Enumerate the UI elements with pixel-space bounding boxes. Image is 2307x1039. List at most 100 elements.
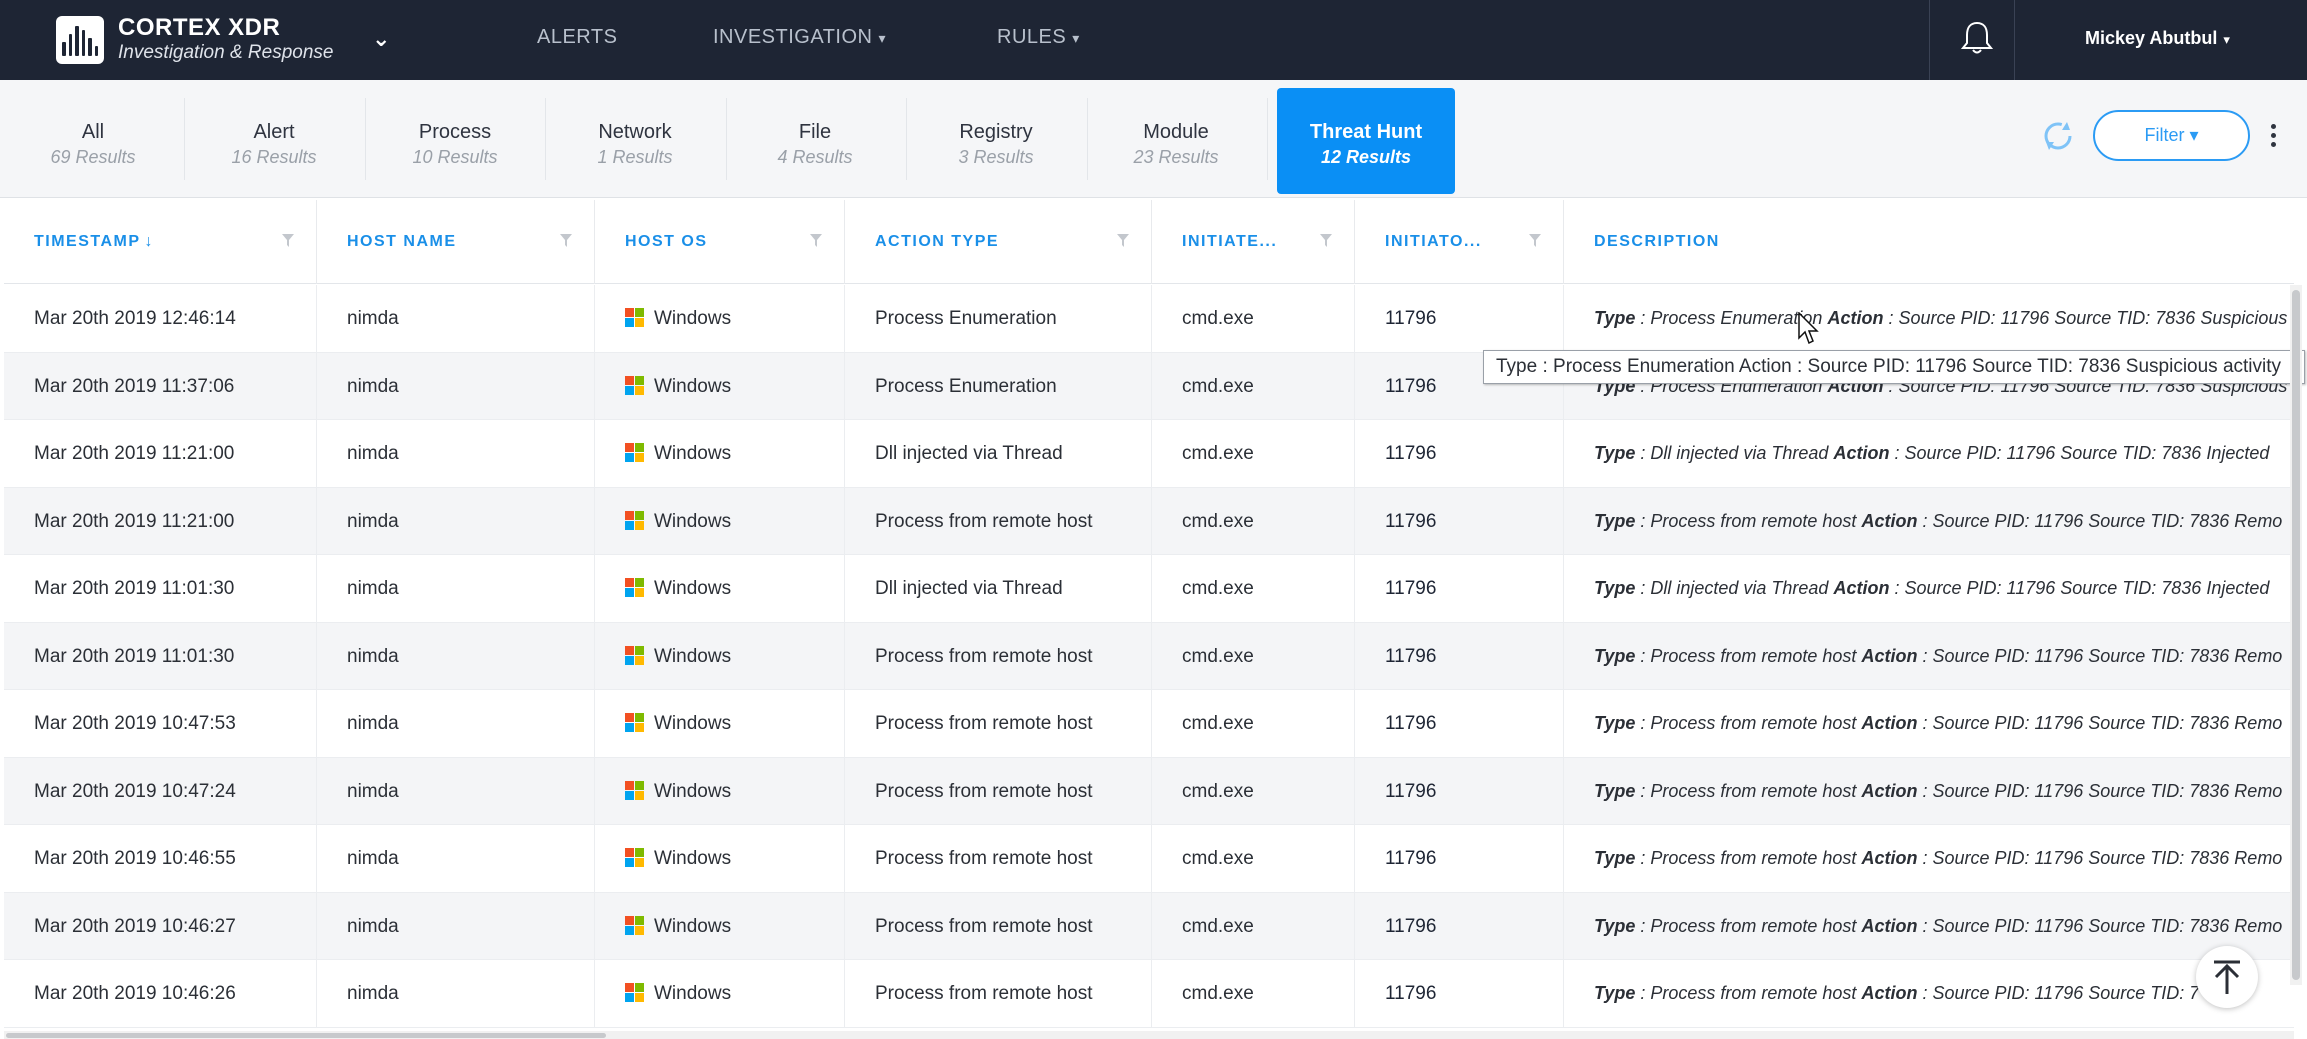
desc-type-label: Type	[1594, 713, 1636, 733]
os-label: Windows	[654, 375, 732, 397]
tab-process[interactable]: Process 10 Results	[366, 88, 544, 188]
chevron-down-icon[interactable]: ⌄	[372, 26, 390, 52]
tab-divider	[1267, 98, 1268, 180]
horizontal-scrollbar-thumb[interactable]	[6, 1033, 606, 1038]
nav-alerts[interactable]: ALERTS	[537, 26, 617, 49]
cell-description[interactable]: Type : Process Enumeration Action : Sour…	[1564, 285, 2294, 352]
filter-icon[interactable]	[560, 234, 572, 248]
brand[interactable]: CORTEX XDR Investigation & Response	[56, 14, 333, 66]
table-row[interactable]: Mar 20th 2019 12:46:14 nimda Windows Proces…	[4, 285, 2294, 353]
table-row[interactable]: Mar 20th 2019 11:21:00 nimda Windows Proces…	[4, 487, 2294, 555]
desc-action-label: Action	[1833, 578, 1890, 598]
cell-action-type: Process from remote host	[845, 960, 1152, 1027]
cell-description[interactable]: Type : Process from remote host Action :…	[1564, 893, 2294, 960]
cell-timestamp: Mar 20th 2019 10:47:24	[4, 757, 317, 825]
desc-action-value: : Source PID: 11796 Source TID: 7836 Rem…	[1922, 510, 2283, 531]
user-menu[interactable]: Mickey Abutbul ▾	[2085, 28, 2230, 49]
cell-initiator: cmd.exe	[1152, 420, 1355, 487]
cell-description[interactable]: Type : Process from remote host Action :…	[1564, 825, 2294, 892]
column-header-description[interactable]: DESCRIPTION	[1564, 200, 2294, 284]
filter-icon[interactable]	[1117, 234, 1129, 248]
chevron-down-icon: ▾	[2223, 32, 2230, 47]
cell-initiator: cmd.exe	[1152, 622, 1355, 690]
cell-host-name: nimda	[317, 960, 595, 1027]
cell-host-name: nimda	[317, 690, 595, 757]
desc-type-label: Type	[1594, 443, 1636, 463]
table-row[interactable]: Mar 20th 2019 10:47:53 nimda Windows Proces…	[4, 690, 2294, 758]
tab-module[interactable]: Module 23 Results	[1087, 88, 1265, 188]
table-row[interactable]: Mar 20th 2019 11:01:30 nimda Windows Dll in…	[4, 555, 2294, 623]
table-row[interactable]: Mar 20th 2019 10:46:27 nimda Windows Proces…	[4, 892, 2294, 960]
desc-action-value: : Source PID: 11796 Source TID: 7836 Rem…	[1922, 780, 2283, 801]
cell-description[interactable]: Type : Process from remote host Action :…	[1564, 758, 2294, 825]
cell-timestamp: Mar 20th 2019 12:46:14	[4, 285, 317, 352]
cell-description[interactable]: Type : Process from remote host Action :…	[1564, 960, 2294, 1027]
column-header-initiator[interactable]: INITIATE...	[1152, 200, 1355, 284]
table-row[interactable]: Mar 20th 2019 11:01:30 nimda Windows Proces…	[4, 622, 2294, 690]
cell-host-os: Windows	[595, 420, 845, 487]
windows-icon	[625, 375, 644, 395]
desc-type-value: Process Enumeration	[1650, 308, 1823, 328]
desc-type-label: Type	[1594, 915, 1636, 936]
column-header-initiator-pid[interactable]: INITIATO...	[1355, 200, 1564, 284]
filter-icon[interactable]	[1529, 234, 1541, 248]
column-header-action-type[interactable]: ACTION TYPE	[845, 200, 1152, 284]
table-row[interactable]: Mar 20th 2019 10:46:26 nimda Windows Proces…	[4, 960, 2294, 1028]
top-nav: CORTEX XDR Investigation & Response ⌄ AL…	[0, 0, 2307, 80]
windows-icon	[625, 780, 644, 800]
cell-action-type: Dll injected via Thread	[845, 555, 1152, 622]
desc-action-value: : Source PID: 11796 Source TID: 7836 Inj…	[1894, 578, 2270, 598]
tab-registry[interactable]: Registry 3 Results	[907, 88, 1085, 188]
desc-action-value: : Source PID: 11796 Source TID: 7836 Rem…	[1922, 915, 2283, 936]
cell-initiator-pid: 11796	[1355, 892, 1564, 960]
tab-alert[interactable]: Alert 16 Results	[185, 88, 363, 188]
chevron-down-icon: ▾	[878, 30, 887, 46]
cell-description[interactable]: Type : Process from remote host Action :…	[1564, 488, 2294, 555]
cell-action-type: Process from remote host	[845, 690, 1152, 757]
cell-initiator-pid: 11796	[1355, 555, 1564, 622]
windows-icon	[625, 713, 644, 732]
cell-description[interactable]: Type : Dll injected via Thread Action : …	[1564, 420, 2294, 487]
tab-network[interactable]: Network 1 Results	[546, 88, 724, 188]
filter-button[interactable]: Filter ▾	[2093, 110, 2250, 161]
cell-description[interactable]: Type : Dll injected via Thread Action : …	[1564, 555, 2294, 622]
nav-rules[interactable]: RULES ▾	[997, 26, 1080, 49]
cell-timestamp: Mar 20th 2019 11:37:06	[4, 352, 317, 420]
desc-type-value: Process from remote host	[1650, 780, 1857, 801]
kebab-icon[interactable]	[2268, 124, 2278, 150]
column-header-host-os[interactable]: HOST OS	[595, 200, 845, 284]
table-row[interactable]: Mar 20th 2019 11:21:00 nimda Windows Dll in…	[4, 420, 2294, 488]
column-header-host-name[interactable]: HOST NAME	[317, 200, 595, 284]
table-row[interactable]: Mar 20th 2019 10:46:55 nimda Windows Proces…	[4, 825, 2294, 893]
back-to-top-button[interactable]	[2196, 946, 2258, 1008]
desc-action-value: : Source PID: 11796 Source TID: 7836 Rem…	[1922, 645, 2283, 666]
sort-descending-icon[interactable]: ↓	[145, 233, 155, 250]
cell-description[interactable]: Type : Process from remote host Action :…	[1564, 690, 2294, 757]
result-tabs-bar: All 69 Results Alert 16 Results Process …	[0, 80, 2307, 198]
arrow-up-icon	[2214, 960, 2240, 994]
cell-description[interactable]: Type : Process from remote host Action :…	[1564, 623, 2294, 690]
cell-timestamp: Mar 20th 2019 11:21:00	[4, 420, 317, 487]
filter-icon[interactable]	[282, 234, 294, 248]
chevron-down-icon: ▾	[1072, 30, 1080, 46]
cell-initiator-pid: 11796	[1355, 487, 1564, 555]
bell-icon[interactable]	[1957, 18, 1997, 58]
tab-threat-hunt[interactable]: Threat Hunt 12 Results	[1277, 88, 1455, 194]
tab-all[interactable]: All 69 Results	[4, 88, 182, 188]
filter-icon[interactable]	[810, 234, 822, 248]
desc-type-label: Type	[1594, 780, 1636, 801]
column-header-timestamp[interactable]: TIMESTAMP ↓	[4, 200, 317, 284]
desc-action-label: Action	[1861, 983, 1918, 1003]
os-label: Windows	[654, 915, 732, 937]
refresh-icon[interactable]	[2038, 116, 2078, 156]
vertical-scrollbar-thumb[interactable]	[2292, 290, 2300, 980]
desc-action-label: Action	[1861, 848, 1918, 868]
tab-file[interactable]: File 4 Results	[726, 88, 904, 188]
cell-initiator: cmd.exe	[1152, 690, 1355, 757]
desc-type-value: Process from remote host	[1650, 915, 1857, 936]
table-row[interactable]: Mar 20th 2019 10:47:24 nimda Windows Proces…	[4, 757, 2294, 825]
windows-icon	[625, 308, 644, 327]
desc-type-label: Type	[1594, 848, 1636, 868]
nav-investigation[interactable]: INVESTIGATION ▾	[713, 26, 886, 49]
filter-icon[interactable]	[1320, 234, 1332, 248]
